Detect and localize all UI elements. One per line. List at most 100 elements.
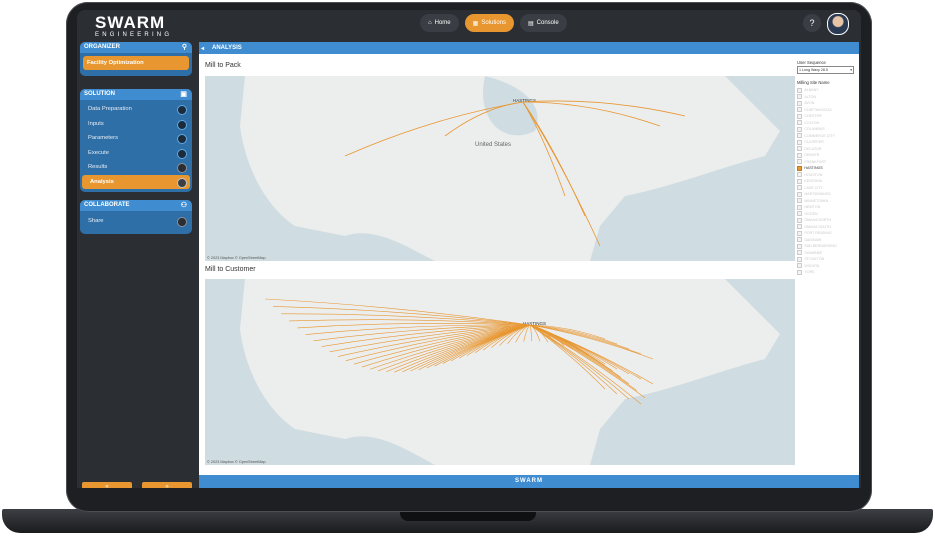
step-label: Inputs bbox=[88, 120, 104, 127]
checkbox-icon[interactable] bbox=[797, 172, 803, 178]
main-header: ◂ ANALYSIS bbox=[199, 42, 859, 54]
map-mill-to-pack[interactable]: United States HASTINGS © 2023 Mapbox © O… bbox=[205, 76, 795, 261]
step-data-preparation[interactable]: Data Preparation bbox=[80, 102, 192, 117]
checkbox-icon[interactable] bbox=[797, 211, 803, 217]
organizer-item-facility-optimization[interactable]: Facility Optimization bbox=[83, 56, 189, 70]
milling-site-label: KENOSHA bbox=[804, 179, 822, 184]
checkbox-icon[interactable] bbox=[797, 185, 803, 191]
nav-solutions-label: Solutions bbox=[481, 20, 506, 26]
sidebar: ORGANIZER ⚲ Facility Optimization SOLUTIO… bbox=[80, 42, 195, 488]
help-button[interactable]: ? bbox=[803, 14, 821, 32]
checkbox-icon[interactable] bbox=[797, 198, 803, 204]
share-label: Share bbox=[88, 218, 104, 224]
milling-site-item[interactable]: YORK bbox=[797, 269, 857, 276]
solution-panel: SOLUTION ▣ Data Preparation Inputs Parame… bbox=[80, 89, 192, 192]
checkbox-icon[interactable] bbox=[797, 256, 803, 262]
checkbox-icon[interactable] bbox=[797, 243, 803, 249]
filter-panel: User Sequence 1 Long Wavy 28.5 ▾ Milling … bbox=[797, 60, 857, 276]
checkbox-icon[interactable] bbox=[797, 87, 803, 93]
app-screen: SWARM ENGINEERING ⌂ Home ▦ Solutions ▤ Cons… bbox=[77, 10, 861, 488]
checkbox-icon[interactable] bbox=[797, 263, 803, 269]
checkbox-icon[interactable] bbox=[797, 217, 803, 223]
checkbox-icon[interactable] bbox=[797, 100, 803, 106]
step-label: Data Preparation bbox=[88, 106, 132, 112]
grid-icon: ▦ bbox=[472, 20, 479, 27]
map-credit: © 2023 Mapbox © OpenStreetMap bbox=[207, 256, 266, 260]
organizer-panel: ORGANIZER ⚲ Facility Optimization bbox=[80, 42, 192, 76]
collaborate-panel: COLLABORATE ⚇ Share bbox=[80, 200, 192, 234]
milling-site-label: HASTINGS bbox=[804, 166, 823, 171]
share-status-icon bbox=[177, 217, 187, 227]
nav-home-button[interactable]: ⌂ Home bbox=[420, 14, 459, 32]
checkbox-icon[interactable] bbox=[797, 152, 803, 158]
user-sequence-label: User Sequence bbox=[797, 60, 826, 65]
step-label: Results bbox=[88, 164, 108, 170]
step-parameters[interactable]: Parameters bbox=[80, 131, 192, 146]
step-results[interactable]: Results bbox=[80, 160, 192, 175]
step-inputs[interactable]: Inputs bbox=[80, 117, 192, 132]
milling-site-label: MARTINSBURG bbox=[804, 192, 831, 197]
step-status-icon bbox=[177, 177, 187, 188]
checkbox-icon[interactable] bbox=[797, 191, 803, 197]
step-analysis[interactable]: Analysis bbox=[82, 174, 190, 189]
solution-header: SOLUTION ▣ bbox=[80, 89, 192, 100]
nav-solutions-button[interactable]: ▦ Solutions bbox=[464, 14, 514, 32]
solution-icon[interactable]: ▣ bbox=[180, 89, 187, 100]
step-label: Execute bbox=[88, 149, 109, 156]
checkbox-icon[interactable] bbox=[797, 237, 803, 243]
checkbox-icon[interactable] bbox=[797, 146, 803, 152]
checkbox-icon[interactable] bbox=[797, 113, 803, 119]
milling-site-label: LAKE CITY bbox=[804, 185, 823, 190]
milling-site-label: CHESTER bbox=[804, 114, 822, 119]
nav-home-label: Home bbox=[434, 20, 451, 26]
prev-button[interactable]: « bbox=[82, 482, 132, 488]
milling-site-label: COLUMBUS bbox=[804, 127, 825, 132]
checkbox-icon[interactable] bbox=[797, 126, 803, 132]
checkbox-icon[interactable] bbox=[797, 178, 803, 184]
checkbox-icon[interactable] bbox=[797, 269, 803, 275]
checkbox-icon[interactable] bbox=[797, 159, 803, 165]
checkbox-icon[interactable] bbox=[797, 139, 803, 145]
step-label: Analysis bbox=[90, 178, 114, 185]
milling-site-label: CHATTANOOGA bbox=[804, 107, 832, 112]
map-mill-to-customer[interactable]: HASTINGS © 2023 Mapbox © OpenStreetMap bbox=[205, 279, 795, 465]
user-sequence-select[interactable]: 1 Long Wavy 28.5 ▾ bbox=[797, 66, 854, 74]
checkbox-icon[interactable] bbox=[797, 133, 803, 139]
checkbox-icon[interactable] bbox=[797, 107, 803, 113]
checkbox-icon[interactable] bbox=[797, 165, 803, 171]
nav-console-button[interactable]: ▤ Console bbox=[520, 14, 567, 32]
collapse-sidebar-icon[interactable]: ◂ bbox=[201, 43, 204, 55]
milling-site-label: NEWTON bbox=[804, 205, 821, 210]
map-credit: © 2023 Mapbox © OpenStreetMap bbox=[207, 460, 266, 464]
collaborate-item-share[interactable]: Share bbox=[80, 214, 192, 229]
step-execute[interactable]: Execute bbox=[80, 146, 192, 161]
avatar[interactable] bbox=[827, 13, 849, 35]
checkbox-icon[interactable] bbox=[797, 204, 803, 210]
checkbox-icon[interactable] bbox=[797, 224, 803, 230]
checkbox-icon[interactable] bbox=[797, 230, 803, 236]
milling-site-label: OMAHA SOUTH bbox=[804, 224, 831, 229]
step-status-icon bbox=[177, 119, 187, 130]
main-footer: SWARM bbox=[199, 475, 859, 488]
hierarchy-icon[interactable]: ⚲ bbox=[182, 42, 187, 53]
organizer-title: ORGANIZER bbox=[84, 44, 120, 50]
checkbox-icon[interactable] bbox=[797, 94, 803, 100]
laptop-notch bbox=[400, 511, 536, 521]
next-button[interactable]: » bbox=[142, 482, 192, 488]
milling-site-label: SAGINAW bbox=[804, 237, 822, 242]
main-nav: ⌂ Home ▦ Solutions ▤ Console bbox=[420, 14, 567, 32]
checkbox-icon[interactable] bbox=[797, 250, 803, 256]
people-icon[interactable]: ⚇ bbox=[181, 200, 187, 211]
brand-subtitle: ENGINEERING bbox=[95, 32, 173, 38]
map-canvas: United States HASTINGS bbox=[205, 76, 795, 261]
checkbox-icon[interactable] bbox=[797, 120, 803, 126]
milling-site-label: SAN BERNARDINO bbox=[804, 244, 837, 249]
milling-site-label: ALTON bbox=[804, 94, 817, 99]
brand-logo[interactable]: SWARM ENGINEERING bbox=[95, 14, 172, 39]
milling-site-list: ALBANY ALTON AVON CHATTANOOGA CHESTER COLTON C… bbox=[797, 87, 857, 276]
milling-site-label: YORK bbox=[804, 270, 815, 275]
milling-site-label: SHAWNEE bbox=[804, 250, 823, 255]
milling-site-label: WICHITA bbox=[804, 263, 820, 268]
map-title-mill-to-pack: Mill to Pack bbox=[205, 62, 241, 69]
milling-site-label: CULPEPER bbox=[804, 140, 824, 145]
